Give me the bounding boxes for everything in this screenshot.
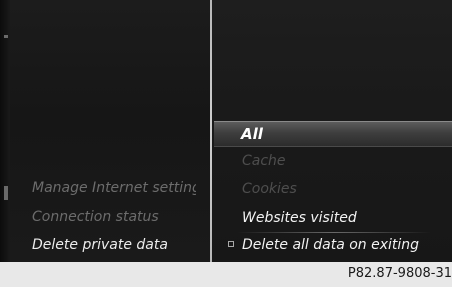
submenu-item-cookies: Cookies (242, 181, 297, 197)
menu-item-connection-status[interactable]: Connection status (32, 209, 196, 225)
reference-code: P82.87-9808-31 (347, 266, 452, 281)
submenu-item-delete-all-data-on-exiting[interactable]: Delete all data on exiting (242, 237, 419, 253)
menu-item-delete-private-data[interactable]: Delete private data (32, 237, 196, 253)
delete-on-exit-checkbox[interactable] (228, 241, 234, 247)
edge-tick (4, 186, 8, 200)
menu-item-manage-internet-settings[interactable]: Manage Internet settings (32, 180, 196, 196)
submenu-item-all-selected[interactable]: All (214, 121, 452, 147)
edge-tick (4, 35, 8, 38)
vertical-divider (210, 0, 212, 262)
left-edge-bezel (0, 0, 10, 262)
submenu-item-cache: Cache (242, 153, 286, 169)
row-separator (236, 232, 432, 233)
submenu-item-all-label: All (241, 125, 263, 143)
submenu-item-websites-visited[interactable]: Websites visited (242, 210, 357, 226)
